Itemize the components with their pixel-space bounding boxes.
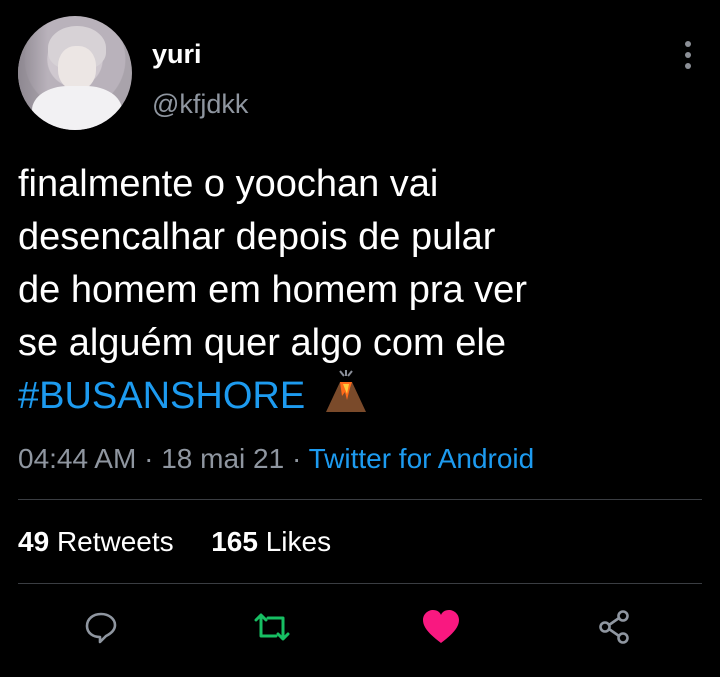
meta-separator: · (144, 443, 154, 474)
tweet-source-link[interactable]: Twitter for Android (309, 443, 535, 474)
user-name[interactable]: yuri (152, 39, 202, 70)
retweets-count: 49 (18, 526, 50, 557)
avatar-face (58, 46, 96, 90)
tweet-date: 18 mai 21 (161, 443, 285, 474)
tweet-line: se alguém quer algo com ele (18, 322, 506, 364)
retweet-icon[interactable] (250, 605, 294, 649)
reply-icon[interactable] (79, 605, 123, 649)
tweet-line: finalmente o yoochan vai (18, 163, 439, 205)
like-icon[interactable] (419, 605, 463, 649)
retweets-stat[interactable]: 49 Retweets (18, 526, 174, 557)
more-options-icon[interactable] (680, 41, 696, 71)
likes-label: Likes (265, 526, 332, 557)
tweet-time: 04:44 AM (18, 443, 137, 474)
tweet-line: desencalhar depois de pular (18, 216, 496, 258)
tweet-line: de homem em homem pra ver (18, 269, 527, 311)
tweet-line-hashtag: #BUSANSHORE (18, 370, 638, 423)
tweet-meta: 04:44 AM · 18 mai 21 · Twitter for Andro… (18, 443, 534, 475)
retweets-label: Retweets (56, 526, 174, 557)
likes-stat[interactable]: 165 Likes (211, 526, 331, 557)
tweet-stats: 49 Retweets 165 Likes (18, 526, 331, 558)
share-icon[interactable] (592, 605, 636, 649)
likes-count: 165 (211, 526, 258, 557)
hashtag-link[interactable]: #BUSANSHORE (18, 375, 305, 417)
user-handle[interactable]: @kfjdkk (152, 89, 248, 120)
avatar-shirt (32, 86, 122, 130)
volcano-emoji (325, 370, 366, 412)
tweet-text: finalmente o yoochan vai desencalhar dep… (18, 158, 638, 423)
divider (18, 583, 702, 584)
divider (18, 499, 702, 500)
avatar[interactable] (18, 16, 132, 130)
meta-separator: · (291, 443, 302, 474)
